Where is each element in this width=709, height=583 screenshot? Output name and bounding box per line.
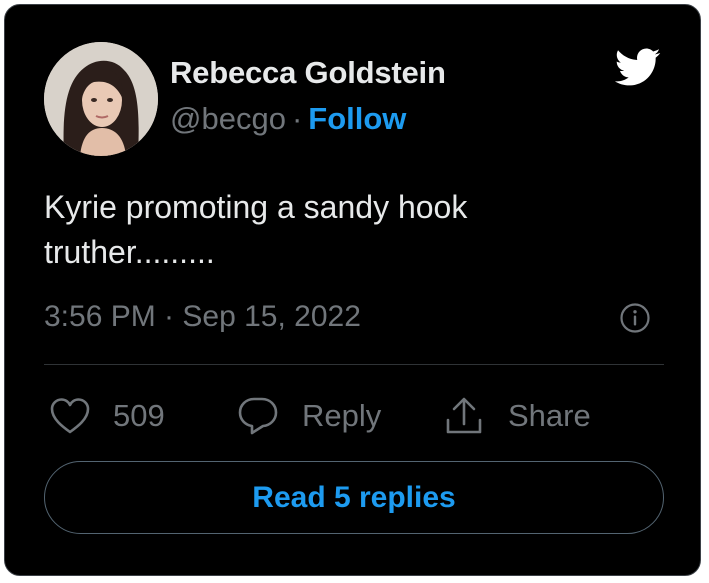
divider — [44, 364, 664, 365]
share-button[interactable]: Share — [442, 391, 591, 441]
like-count: 509 — [113, 398, 165, 433]
follow-link[interactable]: Follow — [308, 101, 406, 136]
author-handle[interactable]: @becgo — [170, 101, 286, 136]
author-display-name[interactable]: Rebecca Goldstein — [170, 55, 446, 91]
share-label: Share — [508, 398, 591, 433]
author-handle-row: @becgo · Follow — [170, 101, 406, 137]
reply-button[interactable]: Reply — [236, 391, 381, 441]
separator-dot: · — [291, 101, 303, 136]
reply-label: Reply — [302, 398, 382, 433]
tweet-timestamp[interactable]: 3:56 PM · Sep 15, 2022 — [44, 300, 361, 334]
read-replies-label: Read 5 replies — [252, 480, 456, 514]
tweet-embed-card: Rebecca Goldstein @becgo · Follow Kyrie pr… — [4, 4, 701, 576]
like-button[interactable]: 509 — [49, 391, 165, 441]
tweet-text: Kyrie promoting a sandy hook truther....… — [44, 185, 644, 275]
tweet-actions: 509 Reply Share — [44, 391, 664, 441]
tweet-text-line: truther......... — [44, 234, 215, 270]
tweet-text-line: Kyrie promoting a sandy hook — [44, 189, 468, 225]
info-icon[interactable] — [619, 302, 651, 334]
reply-bubble-icon — [238, 397, 278, 435]
avatar[interactable] — [44, 42, 158, 156]
share-icon — [446, 397, 482, 434]
heart-icon — [50, 398, 90, 434]
twitter-bird-icon[interactable] — [609, 43, 665, 91]
read-replies-button[interactable]: Read 5 replies — [44, 461, 664, 534]
